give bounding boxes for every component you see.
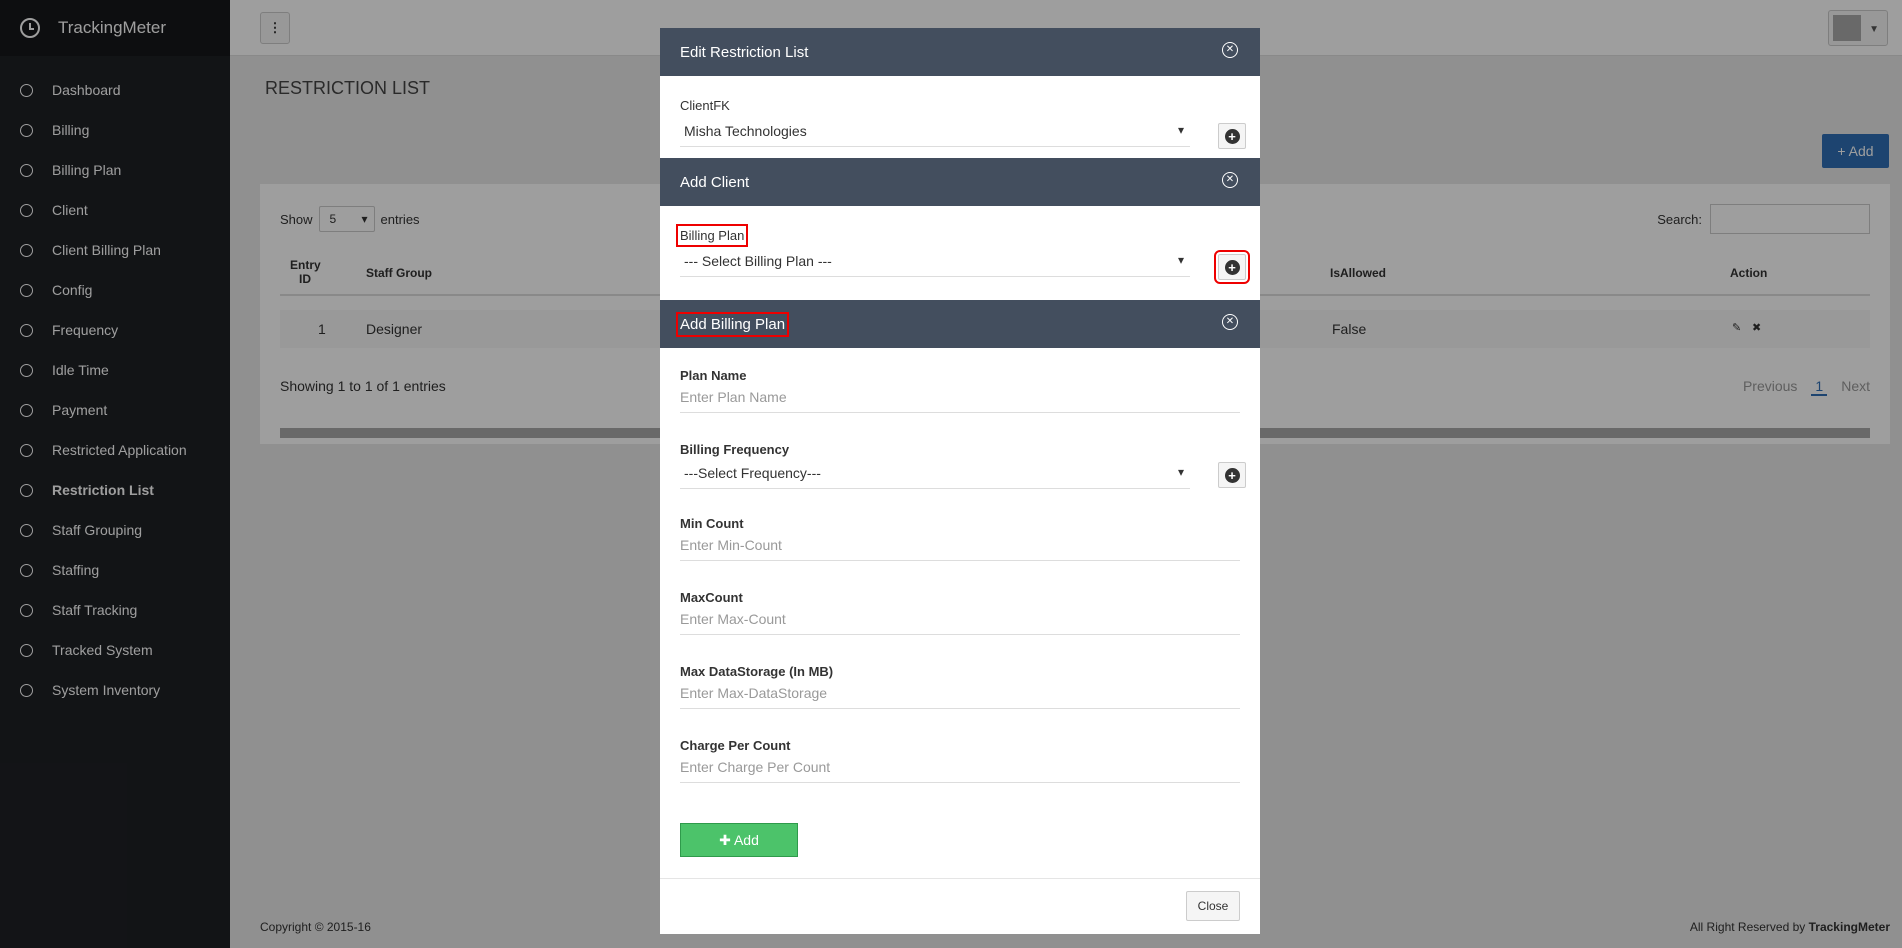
charge-per-count-input[interactable]: Enter Charge Per Count <box>680 753 1240 783</box>
min-count-input[interactable]: Enter Min-Count <box>680 531 1240 561</box>
modal-footer: Close <box>660 878 1260 934</box>
close-icon[interactable]: ✕ <box>1222 172 1238 188</box>
close-button[interactable]: Close <box>1186 891 1240 921</box>
modal-title: Edit Restriction List <box>680 43 809 61</box>
plus-circle-icon: + <box>1224 468 1240 483</box>
billing-plan-select[interactable]: --- Select Billing Plan --- <box>680 249 1190 277</box>
modal-header: Edit Restriction List ✕ <box>660 28 1260 76</box>
max-datastorage-field: Max DataStorage (In MB) Enter Max-DataSt… <box>680 664 1240 738</box>
min-count-field: Min Count Enter Min-Count <box>680 516 1240 590</box>
plan-name-field: Plan Name Enter Plan Name <box>680 368 1240 442</box>
billing-plan-field: Billing Plan --- Select Billing Plan ---… <box>660 206 1260 300</box>
add-frequency-button[interactable]: + <box>1218 462 1246 488</box>
add-client-title: Add Client <box>680 173 750 191</box>
add-billing-plan-header: Add Billing Plan ✕ <box>660 300 1260 348</box>
billing-frequency-select[interactable]: ---Select Frequency--- <box>680 461 1190 489</box>
billing-plan-form: Plan Name Enter Plan Name Billing Freque… <box>660 348 1260 812</box>
plus-icon: ✚ <box>719 832 734 848</box>
close-icon[interactable]: ✕ <box>1222 314 1238 330</box>
max-count-field: MaxCount Enter Max-Count <box>680 590 1240 664</box>
plus-circle-icon: + <box>1224 129 1240 144</box>
add-client-header: Add Client ✕ <box>660 158 1260 206</box>
max-datastorage-input[interactable]: Enter Max-DataStorage <box>680 679 1240 709</box>
edit-restriction-modal: Edit Restriction List ✕ ClientFK Misha T… <box>660 28 1260 934</box>
add-billing-plan-button[interactable]: + <box>1214 250 1250 284</box>
add-billing-plan-title: Add Billing Plan <box>675 311 790 337</box>
add-client-button[interactable]: + <box>1218 123 1246 149</box>
close-icon[interactable]: ✕ <box>1222 42 1238 58</box>
client-label: ClientFK <box>680 98 730 113</box>
plus-circle-icon: + <box>1224 260 1240 275</box>
add-plan-button[interactable]: ✚ Add <box>680 823 798 857</box>
charge-per-count-field: Charge Per Count Enter Charge Per Count <box>680 738 1240 812</box>
client-select[interactable]: Misha Technologies <box>680 119 1190 147</box>
max-count-input[interactable]: Enter Max-Count <box>680 605 1240 635</box>
billing-frequency-field: Billing Frequency ---Select Frequency---… <box>680 442 1246 516</box>
client-field: ClientFK Misha Technologies + <box>660 76 1260 158</box>
billing-plan-label: Billing Plan <box>675 224 749 247</box>
plan-name-input[interactable]: Enter Plan Name <box>680 383 1240 413</box>
